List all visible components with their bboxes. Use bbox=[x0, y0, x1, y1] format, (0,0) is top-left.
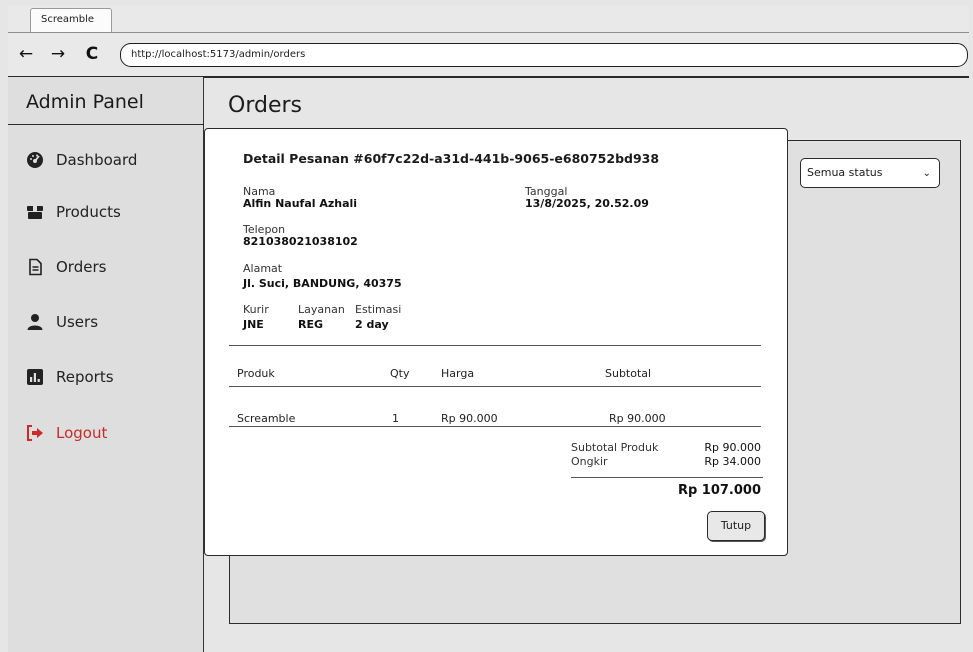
service-value: REG bbox=[298, 318, 324, 331]
brand-divider bbox=[8, 124, 204, 125]
address-value: Jl. Suci, BANDUNG, 40375 bbox=[243, 277, 402, 290]
user-icon bbox=[26, 313, 44, 331]
table-cell-product: Screamble bbox=[237, 412, 296, 425]
back-arrow-icon[interactable]: ← bbox=[16, 44, 36, 64]
total-divider bbox=[571, 477, 763, 478]
column-header-qty: Qty bbox=[390, 367, 410, 380]
sidebar: Admin Panel Dashboard Products Orders Us… bbox=[8, 77, 204, 652]
section-divider bbox=[229, 345, 761, 346]
tab-divider bbox=[8, 32, 969, 33]
date-value: 13/8/2025, 20.52.09 bbox=[525, 197, 649, 210]
status-filter-value: Semua status bbox=[807, 166, 883, 179]
sidebar-item-products[interactable]: Products bbox=[26, 199, 121, 225]
brand-title: Admin Panel bbox=[26, 91, 144, 113]
table-header-divider bbox=[229, 386, 761, 387]
subtotal-label: Subtotal Produk bbox=[571, 441, 659, 454]
sidebar-item-users[interactable]: Users bbox=[26, 309, 98, 335]
shipping-label: Ongkir bbox=[571, 455, 608, 468]
logout-icon bbox=[26, 424, 44, 442]
modal-title: Detail Pesanan #60f7c22d-a31d-441b-9065-… bbox=[243, 151, 660, 166]
document-icon bbox=[26, 258, 44, 276]
close-button[interactable]: Tutup bbox=[707, 511, 765, 541]
browser-chrome bbox=[8, 6, 969, 78]
status-filter-select[interactable]: Semua status ⌄ bbox=[800, 158, 940, 188]
phone-value: 821038021038102 bbox=[243, 235, 358, 248]
sidebar-item-label: Logout bbox=[56, 424, 108, 442]
sidebar-item-label: Users bbox=[56, 313, 99, 331]
sidebar-item-label: Reports bbox=[56, 368, 114, 386]
forward-arrow-icon[interactable]: → bbox=[48, 44, 68, 64]
service-label: Layanan bbox=[298, 303, 345, 316]
estimate-label: Estimasi bbox=[355, 303, 402, 316]
sidebar-item-orders[interactable]: Orders bbox=[26, 254, 106, 280]
grand-total: Rp 107.000 bbox=[677, 483, 761, 498]
courier-value: JNE bbox=[243, 318, 264, 331]
box-icon bbox=[26, 203, 44, 221]
reload-icon[interactable]: C bbox=[82, 44, 102, 64]
browser-tab[interactable]: Screamble bbox=[30, 8, 112, 32]
dashboard-icon bbox=[26, 151, 44, 169]
page-title: Orders bbox=[228, 93, 302, 118]
subtotal-value: Rp 90.000 bbox=[704, 441, 761, 454]
table-cell-price: Rp 90.000 bbox=[441, 412, 498, 425]
column-header-product: Produk bbox=[237, 367, 275, 380]
sidebar-item-logout[interactable]: Logout bbox=[26, 420, 107, 446]
courier-label: Kurir bbox=[243, 303, 269, 316]
address-label: Alamat bbox=[243, 262, 283, 275]
order-detail-modal: Detail Pesanan #60f7c22d-a31d-441b-9065-… bbox=[204, 128, 788, 556]
address-bar[interactable]: http://localhost:5173/admin/orders bbox=[120, 43, 968, 67]
chart-icon bbox=[26, 368, 44, 386]
sidebar-item-dashboard[interactable]: Dashboard bbox=[26, 147, 137, 173]
sidebar-item-label: Orders bbox=[56, 258, 107, 276]
table-row-divider bbox=[229, 426, 761, 427]
sidebar-item-label: Dashboard bbox=[56, 151, 138, 169]
estimate-value: 2 day bbox=[355, 318, 389, 331]
sidebar-item-reports[interactable]: Reports bbox=[26, 364, 114, 390]
name-value: Alfin Naufal Azhali bbox=[243, 197, 358, 210]
column-header-subtotal: Subtotal bbox=[605, 367, 652, 380]
column-header-price: Harga bbox=[441, 367, 475, 380]
table-cell-qty: 1 bbox=[392, 412, 399, 425]
chevron-down-icon: ⌄ bbox=[922, 168, 931, 179]
table-cell-subtotal: Rp 90.000 bbox=[609, 412, 666, 425]
shipping-value: Rp 34.000 bbox=[704, 455, 761, 468]
sidebar-item-label: Products bbox=[56, 203, 121, 221]
